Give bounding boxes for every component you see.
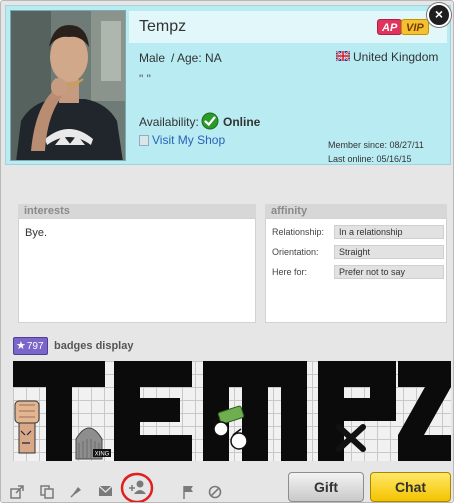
fist-badge xyxy=(14,400,40,454)
age-label: / Age: NA xyxy=(171,51,222,65)
knit-cap-badge: XING xyxy=(75,427,111,460)
affinity-tab: affinity xyxy=(265,204,447,218)
vip-badge: VIP xyxy=(401,19,429,35)
interests-panel: Bye. xyxy=(18,218,256,323)
visit-shop-link[interactable]: Visit My Shop xyxy=(152,133,225,147)
badges-grid: XING xyxy=(13,361,451,461)
tempz-banner: XING xyxy=(13,361,451,461)
close-button[interactable]: × xyxy=(427,3,451,27)
badge-count: ★797 xyxy=(13,337,48,355)
gift-button[interactable]: Gift xyxy=(288,472,364,502)
copy-icon[interactable] xyxy=(40,485,54,499)
availability-label: Availability: xyxy=(139,115,199,129)
orientation-label: Orientation: xyxy=(272,247,319,257)
message-icon[interactable] xyxy=(98,485,113,497)
orientation-value: Straight xyxy=(334,245,444,259)
interests-tab: interests xyxy=(18,204,256,218)
badges-display-title: badges display xyxy=(54,340,134,352)
gender-label: Male xyxy=(139,51,166,65)
title-bar: Tempz AP VIP xyxy=(129,11,447,43)
add-friend-icon[interactable] xyxy=(119,471,155,503)
relationship-label: Relationship: xyxy=(272,227,325,237)
last-online: Last online: 05/16/15 xyxy=(328,154,412,164)
tagline: " " xyxy=(139,72,151,86)
affinity-panel: Relationship: In a relationship Orientat… xyxy=(265,218,447,323)
pin-icon[interactable] xyxy=(69,485,83,499)
share-icon[interactable] xyxy=(10,485,24,499)
interests-text: Bye. xyxy=(25,227,48,239)
relationship-value: In a relationship xyxy=(334,225,444,239)
country-label: United Kingdom xyxy=(353,50,439,64)
knit-cap-text: XING xyxy=(95,452,110,458)
chat-button[interactable]: Chat xyxy=(370,472,451,502)
star-icon: ★ xyxy=(16,340,26,352)
flag-icon[interactable] xyxy=(182,485,195,499)
here-for-label: Here for: xyxy=(272,267,308,277)
username: Tempz xyxy=(139,18,187,35)
availability-status: Online xyxy=(223,115,261,129)
shop-icon xyxy=(139,135,149,146)
online-check-icon xyxy=(201,112,219,130)
here-for-value: Prefer not to say xyxy=(334,265,444,279)
badge-count-value: 797 xyxy=(26,341,44,352)
ap-badge: AP xyxy=(377,19,403,35)
member-since: Member since: 08/27/11 xyxy=(328,140,424,150)
block-icon[interactable] xyxy=(208,485,222,499)
avatar[interactable] xyxy=(10,10,126,161)
profile-card: Tempz AP VIP Male / Age: NA United Kingd… xyxy=(0,0,454,503)
profile-header: Tempz AP VIP Male / Age: NA United Kingd… xyxy=(5,5,451,165)
uk-flag-icon xyxy=(336,51,350,61)
avatar-image xyxy=(11,11,125,160)
